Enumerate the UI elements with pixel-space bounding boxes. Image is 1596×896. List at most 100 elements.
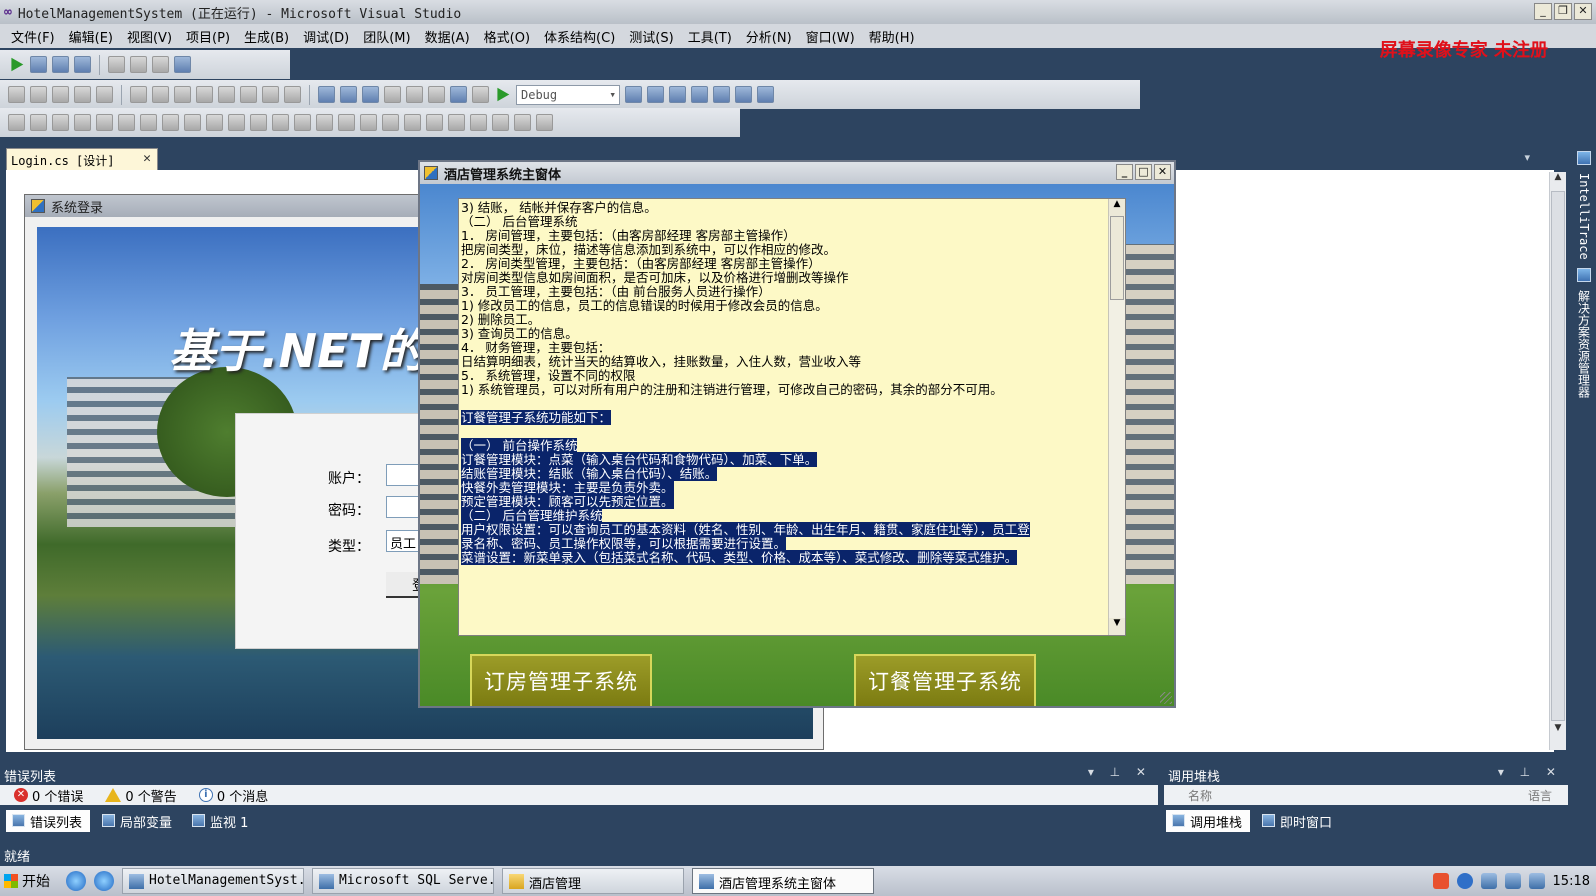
panel-controls[interactable]: ▾ ⊥ ✕	[1088, 765, 1152, 779]
task-sql-server[interactable]: Microsoft SQL Serve...	[312, 868, 494, 894]
step-over-icon[interactable]	[130, 56, 147, 73]
menu-project[interactable]: 项目(P)	[179, 27, 237, 46]
align-center-icon[interactable]	[52, 114, 69, 131]
menu-tools[interactable]: 工具(T)	[681, 27, 739, 46]
solution-explorer-icon[interactable]	[1577, 267, 1591, 282]
align-bottom-icon[interactable]	[140, 114, 157, 131]
prev-bookmark-icon[interactable]	[240, 86, 257, 103]
intellitrace-tab[interactable]: IntelliTrace	[1577, 173, 1591, 260]
main-close-button[interactable]: ✕	[1154, 164, 1171, 180]
solution-configuration-select[interactable]: Debug	[516, 84, 620, 105]
copy-icon[interactable]	[406, 86, 423, 103]
task-visual-studio[interactable]: HotelManagementSyst...	[122, 868, 304, 894]
dining-management-button[interactable]: 订餐管理子系统	[854, 654, 1036, 706]
outdent-icon[interactable]	[152, 86, 169, 103]
align-top-icon[interactable]	[96, 114, 113, 131]
toolbox-icon[interactable]	[691, 86, 708, 103]
main-maximize-button[interactable]: □	[1135, 164, 1152, 180]
step-into-icon[interactable]	[108, 56, 125, 73]
align-middle-icon[interactable]	[118, 114, 135, 131]
comment-icon[interactable]	[174, 86, 191, 103]
menu-test[interactable]: 测试(S)	[622, 27, 680, 46]
tab-order-icon[interactable]	[536, 114, 553, 131]
menu-debug[interactable]: 调试(D)	[296, 27, 356, 46]
send-to-back-icon[interactable]	[492, 114, 509, 131]
start-button[interactable]: 开始	[0, 868, 58, 894]
stop-icon[interactable]	[52, 56, 69, 73]
task-folder[interactable]: 酒店管理	[502, 868, 684, 894]
paste-format-icon[interactable]	[96, 86, 113, 103]
scroll-up-icon[interactable]: ▲	[1109, 199, 1125, 216]
align-centers-icon[interactable]	[30, 86, 47, 103]
intellitrace-icon[interactable]	[1577, 151, 1591, 165]
restore-button[interactable]: ❐	[1554, 3, 1572, 20]
h-spacing-remove-icon[interactable]	[316, 114, 333, 131]
description-text[interactable]: 3) 结账， 结帐并保存客户的信息。 （二） 后台管理系统 1． 房间管理，主要包括…	[461, 201, 1107, 633]
name-column-header[interactable]: 名称	[1188, 789, 1212, 803]
security-icon[interactable]	[1528, 873, 1545, 889]
main-window-title-bar[interactable]: 酒店管理系统主窗体 _ □ ✕	[420, 162, 1174, 184]
scroll-thumb[interactable]	[1110, 216, 1124, 300]
solution-explorer-tab[interactable]: 解决方案资源管理器	[1576, 290, 1593, 398]
task-main-window[interactable]: 酒店管理系统主窗体	[692, 868, 874, 894]
menu-format[interactable]: 格式(O)	[477, 27, 537, 46]
network-icon[interactable]	[1480, 873, 1497, 889]
menu-data[interactable]: 数据(A)	[418, 27, 477, 46]
size-to-grid-icon[interactable]	[228, 114, 245, 131]
properties-icon[interactable]	[669, 86, 686, 103]
cut-icon[interactable]	[384, 86, 401, 103]
font-icon[interactable]	[74, 86, 91, 103]
center-horizontally-icon[interactable]	[426, 114, 443, 131]
save-icon[interactable]	[340, 86, 357, 103]
tab-call-stack[interactable]: 调用堆栈	[1166, 810, 1251, 832]
main-minimize-button[interactable]: _	[1116, 164, 1133, 180]
volume-icon[interactable]	[1504, 873, 1521, 889]
same-width-icon[interactable]	[162, 114, 179, 131]
same-height-icon[interactable]	[184, 114, 201, 131]
scroll-up-icon[interactable]: ▲	[1550, 172, 1566, 189]
extension-manager-icon[interactable]	[757, 86, 774, 103]
align-left-icon[interactable]	[30, 114, 47, 131]
menu-help[interactable]: 帮助(H)	[862, 27, 922, 46]
input-method-icon[interactable]	[1432, 873, 1449, 889]
new-project-icon[interactable]	[318, 86, 335, 103]
tab-locals[interactable]: 局部变量	[96, 810, 180, 832]
scroll-down-icon[interactable]: ▼	[1109, 618, 1125, 635]
indent-icon[interactable]	[130, 86, 147, 103]
center-vertically-icon[interactable]	[448, 114, 465, 131]
scroll-thumb[interactable]	[1551, 191, 1565, 721]
start-debugging-icon[interactable]	[497, 87, 510, 102]
menu-window[interactable]: 窗口(W)	[799, 27, 862, 46]
next-bookmark-icon[interactable]	[262, 86, 279, 103]
messages-filter[interactable]: i 0 个消息	[195, 786, 272, 805]
errors-filter[interactable]: ✕ 0 个错误	[10, 786, 87, 805]
redo-icon[interactable]	[472, 86, 489, 103]
close-button[interactable]: ✕	[1574, 3, 1592, 20]
bring-to-front-icon[interactable]	[470, 114, 487, 131]
bookmark-icon[interactable]	[218, 86, 235, 103]
warnings-filter[interactable]: 0 个警告	[101, 786, 180, 805]
align-lefts-icon[interactable]	[8, 86, 25, 103]
menu-file[interactable]: 文件(F)	[4, 27, 62, 46]
start-page-icon[interactable]	[735, 86, 752, 103]
menu-view[interactable]: 视图(V)	[120, 27, 179, 46]
description-textbox[interactable]: 3) 结账， 结帐并保存客户的信息。 （二） 后台管理系统 1． 房间管理，主要包括…	[458, 198, 1126, 636]
designer-scrollbar[interactable]: ▲ ▼	[1549, 172, 1566, 750]
pause-icon[interactable]	[30, 56, 47, 73]
align-to-grid-icon[interactable]	[8, 114, 25, 131]
ie-icon[interactable]	[66, 871, 86, 891]
menu-build[interactable]: 生成(B)	[237, 27, 296, 46]
object-browser-icon[interactable]	[713, 86, 730, 103]
v-spacing-increase-icon[interactable]	[360, 114, 377, 131]
help-icon[interactable]	[1456, 873, 1473, 889]
find-in-files-icon[interactable]	[625, 86, 642, 103]
breakpoints-icon[interactable]	[174, 56, 191, 73]
panel-controls[interactable]: ▾ ⊥ ✕	[1498, 765, 1562, 779]
menu-team[interactable]: 团队(M)	[356, 27, 417, 46]
v-spacing-decrease-icon[interactable]	[382, 114, 399, 131]
menu-analyze[interactable]: 分析(N)	[739, 27, 799, 46]
v-spacing-equal-icon[interactable]	[338, 114, 355, 131]
v-spacing-remove-icon[interactable]	[404, 114, 421, 131]
uncomment-icon[interactable]	[196, 86, 213, 103]
textbox-scrollbar[interactable]: ▲ ▼	[1108, 199, 1125, 635]
